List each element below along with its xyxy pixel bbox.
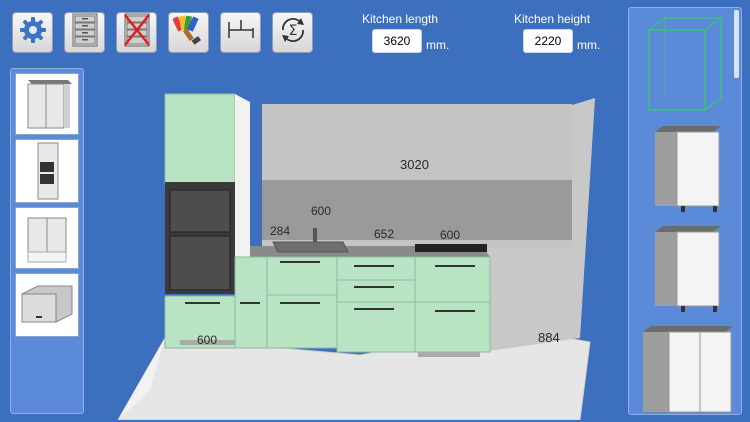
delete-cabinet-button[interactable] bbox=[116, 12, 157, 53]
drawer-cabinet-icon bbox=[71, 13, 99, 52]
palette-base-cabinet[interactable] bbox=[15, 73, 79, 135]
right-cabinet-palette bbox=[628, 7, 742, 415]
empty-cabinet-wireframe[interactable] bbox=[643, 14, 727, 114]
measure-wall-width: 3020 bbox=[400, 157, 429, 172]
kitchen-height-label: Kitchen height bbox=[514, 12, 591, 26]
settings-button[interactable] bbox=[12, 12, 53, 53]
kitchen-length-input[interactable] bbox=[372, 29, 422, 53]
measure-600-top: 600 bbox=[311, 204, 332, 218]
palette-tall-oven-cabinet[interactable] bbox=[15, 139, 79, 203]
palette-wall-cabinet[interactable] bbox=[15, 207, 79, 269]
cabinets-button[interactable] bbox=[64, 12, 105, 53]
measure-884: 884 bbox=[538, 330, 560, 345]
palette-brush-icon bbox=[171, 14, 205, 51]
delete-cabinet-icon bbox=[123, 13, 151, 52]
left-cabinet-palette bbox=[10, 68, 84, 414]
right-palette-base-cabinet-1[interactable] bbox=[647, 120, 727, 216]
calculate-button[interactable]: Σ bbox=[272, 12, 313, 53]
sigma-refresh-icon: Σ bbox=[277, 14, 309, 51]
gear-icon bbox=[18, 15, 48, 50]
right-palette-double-cabinet[interactable] bbox=[639, 320, 737, 416]
svg-text:Σ: Σ bbox=[288, 23, 297, 39]
measure-600-right: 600 bbox=[440, 228, 461, 242]
dimension-icon bbox=[225, 18, 257, 47]
colors-button[interactable] bbox=[168, 12, 209, 53]
measure-652: 652 bbox=[374, 227, 395, 241]
dimensions-button[interactable] bbox=[220, 12, 261, 53]
measure-284: 284 bbox=[270, 224, 291, 238]
right-palette-base-cabinet-2[interactable] bbox=[647, 220, 727, 316]
palette-scrollbar[interactable] bbox=[734, 10, 739, 78]
kitchen-3d-view[interactable] bbox=[110, 90, 620, 420]
palette-hood-cabinet[interactable] bbox=[15, 273, 79, 337]
kitchen-height-input[interactable] bbox=[523, 29, 573, 53]
kitchen-length-unit: mm. bbox=[426, 38, 450, 52]
kitchen-length-label: Kitchen length bbox=[362, 12, 439, 26]
measure-600-bottom: 600 bbox=[197, 333, 218, 347]
kitchen-height-unit: mm. bbox=[577, 38, 601, 52]
